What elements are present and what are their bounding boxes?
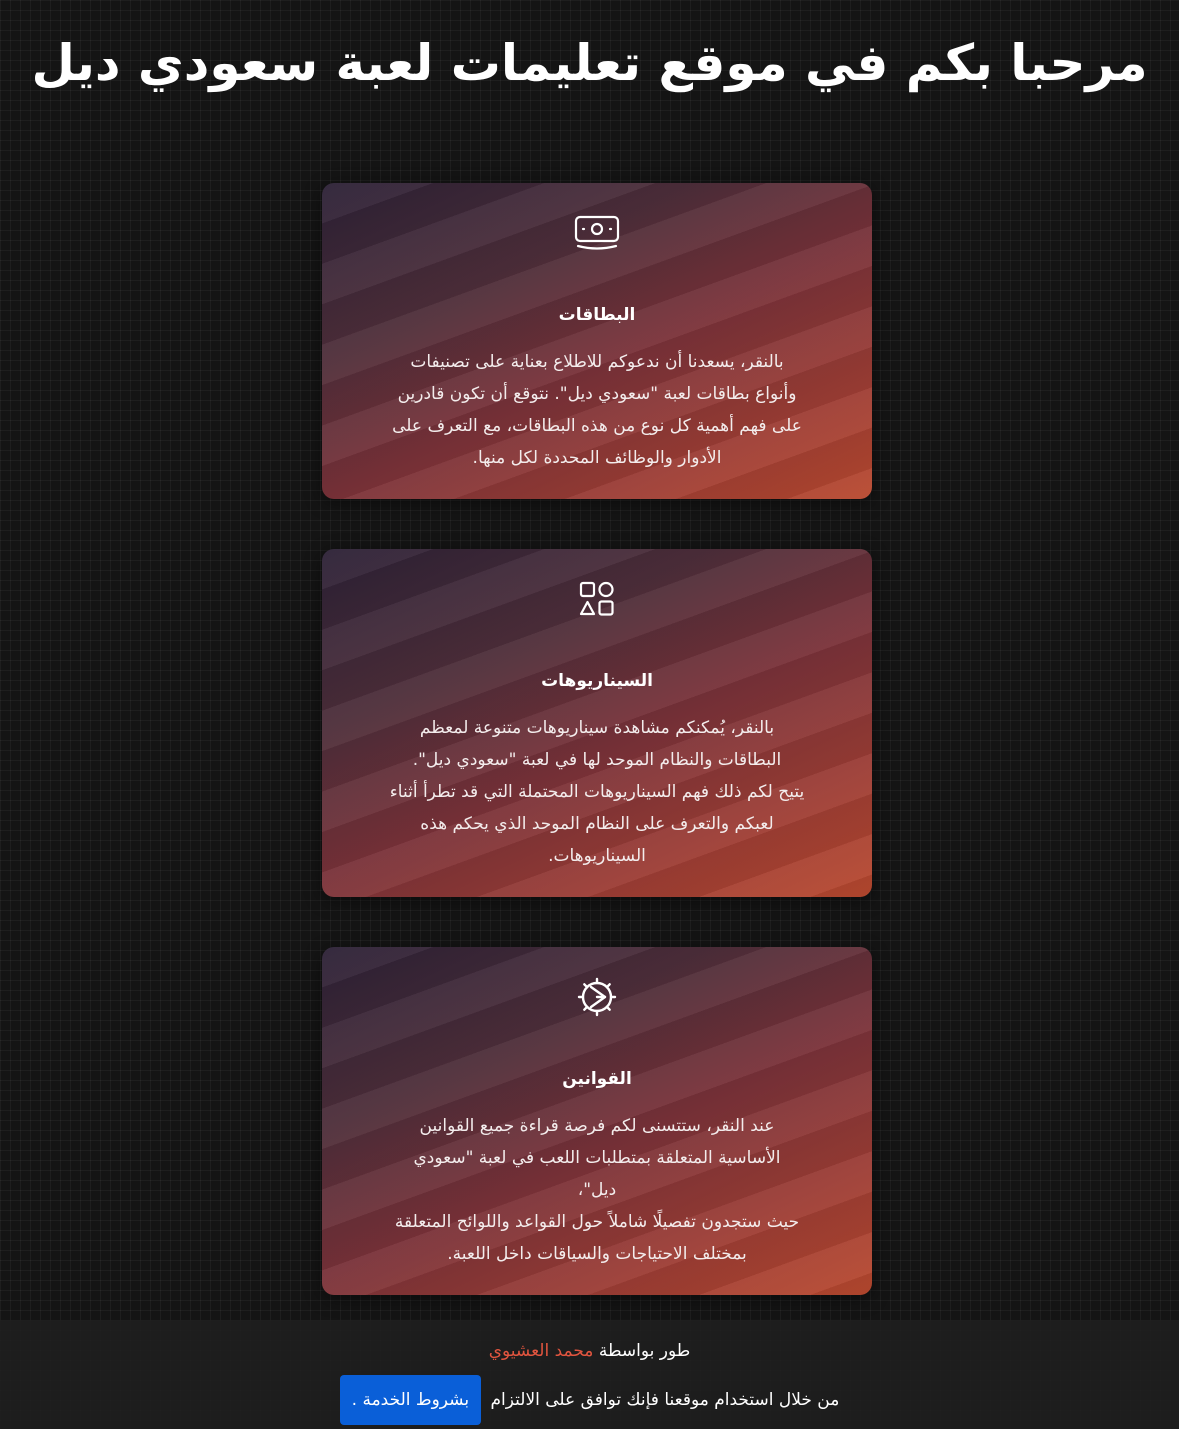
page-title: مرحبا بكم في موقع تعليمات لعبة سعودي ديل (31, 34, 1148, 92)
footer: طور بواسطة محمد العشيوي من خلال استخدام … (0, 1320, 1179, 1429)
card-scenarios[interactable]: السيناريوهات بالنقر، يُمكنكم مشاهدة سينا… (322, 549, 872, 897)
terms-notice: من خلال استخدام موقعنا فإنك توافق على ال… (0, 1375, 1179, 1425)
developer-credit: طور بواسطة محمد العشيوي (0, 1338, 1179, 1364)
developed-by-label: طور بواسطة (598, 1341, 691, 1361)
author-link[interactable]: محمد العشيوي (489, 1341, 594, 1361)
card-title: السيناريوهات (541, 671, 653, 691)
shapes-icon (573, 579, 621, 619)
card-title: البطاقات (558, 305, 636, 325)
terms-text: من خلال استخدام موقعنا فإنك توافق على ال… (490, 1390, 840, 1410)
terms-of-service-button[interactable]: بشروط الخدمة . (339, 1375, 482, 1425)
money-icon (573, 213, 621, 253)
card-cards[interactable]: البطاقات بالنقر، يسعدنا أن ندعوكم للاطلا… (322, 183, 872, 499)
gear-icon (573, 977, 621, 1017)
card-description: عند النقر، ستتسنى لكم فرصة قراءة جميع ال… (394, 1116, 800, 1264)
card-rules[interactable]: القوانين عند النقر، ستتسنى لكم فرصة قراء… (322, 947, 872, 1295)
card-title: القوانين (562, 1069, 632, 1089)
card-description: بالنقر، يسعدنا أن ندعوكم للاطلاع بعناية … (392, 352, 802, 468)
card-description: بالنقر، يُمكنكم مشاهدة سيناريوهات متنوعة… (389, 718, 805, 866)
